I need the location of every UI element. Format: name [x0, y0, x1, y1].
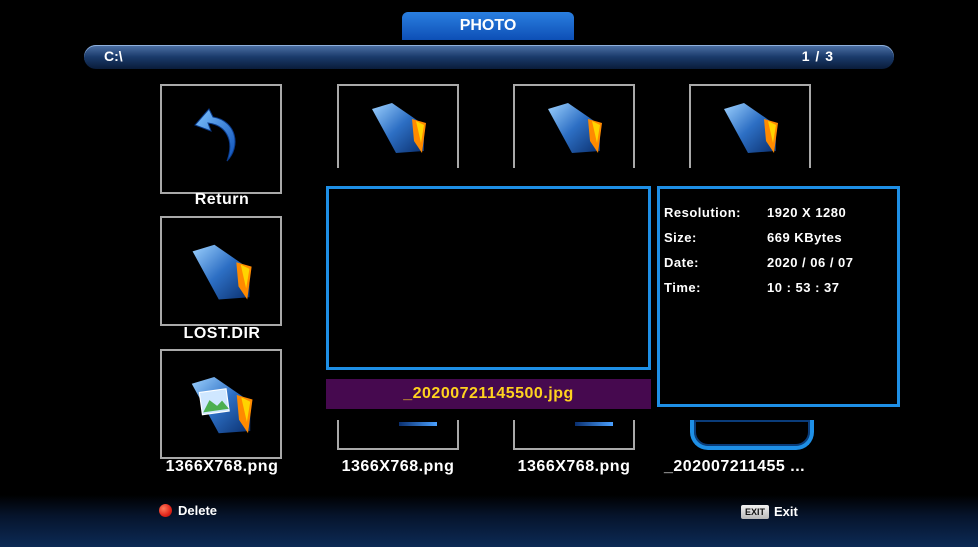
preview-filename: _20200721145500.jpg — [326, 379, 651, 409]
time-row: Time: 10 : 53 : 37 — [664, 280, 894, 296]
folder-tile[interactable] — [689, 84, 811, 168]
exit-key-icon: EXIT — [741, 505, 770, 519]
time-label: Time: — [664, 280, 701, 295]
footer-bar — [0, 495, 978, 547]
folder-icon — [372, 103, 426, 153]
file-info-panel: Resolution: 1920 X 1280 Size: 669 KBytes… — [657, 186, 900, 407]
resolution-label: Resolution: — [664, 205, 741, 220]
folder-icon-fragment — [399, 422, 437, 426]
file-label: _202007211455 ... — [664, 458, 806, 475]
image-file-tile[interactable] — [160, 349, 282, 459]
size-row: Size: 669 KBytes — [664, 230, 894, 246]
return-label: Return — [194, 191, 250, 208]
return-arrow-icon — [194, 108, 236, 162]
window-title: PHOTO — [402, 12, 574, 40]
folder-tile[interactable] — [513, 84, 635, 168]
page-indicator: 1 / 3 — [801, 48, 834, 64]
date-row: Date: 2020 / 06 / 07 — [664, 255, 894, 271]
lost-dir-tile[interactable] — [160, 216, 282, 326]
size-label: Size: — [664, 230, 697, 245]
image-folder-icon — [191, 377, 253, 434]
file-label: 1366X768.png — [517, 458, 631, 475]
file-label: 1366X768.png — [165, 458, 279, 475]
path-bar: C:\ 1 / 3 — [84, 45, 894, 69]
return-tile[interactable] — [160, 84, 282, 194]
image-file-tile-selected[interactable] — [690, 420, 814, 450]
folder-icon — [192, 244, 252, 300]
delete-hint[interactable]: Delete — [159, 503, 217, 518]
image-preview — [326, 186, 651, 370]
folder-icon — [548, 103, 602, 153]
exit-label: Exit — [774, 504, 798, 519]
folder-icon-fragment — [575, 422, 613, 426]
date-label: Date: — [664, 255, 700, 270]
image-file-tile[interactable] — [337, 420, 459, 450]
delete-label: Delete — [178, 503, 218, 518]
time-value: 10 : 53 : 37 — [767, 280, 840, 295]
size-value: 669 KBytes — [767, 230, 843, 245]
resolution-row: Resolution: 1920 X 1280 — [664, 205, 894, 221]
current-path: C:\ — [104, 48, 123, 64]
date-value: 2020 / 06 / 07 — [767, 255, 854, 270]
image-file-tile[interactable] — [513, 420, 635, 450]
folder-tile[interactable] — [337, 84, 459, 168]
resolution-value: 1920 X 1280 — [767, 205, 847, 220]
red-button-icon — [159, 504, 172, 517]
folder-icon — [724, 103, 778, 153]
exit-hint[interactable]: EXIT Exit — [741, 504, 798, 519]
lost-dir-label: LOST.DIR — [183, 325, 261, 342]
file-label: 1366X768.png — [341, 458, 455, 475]
